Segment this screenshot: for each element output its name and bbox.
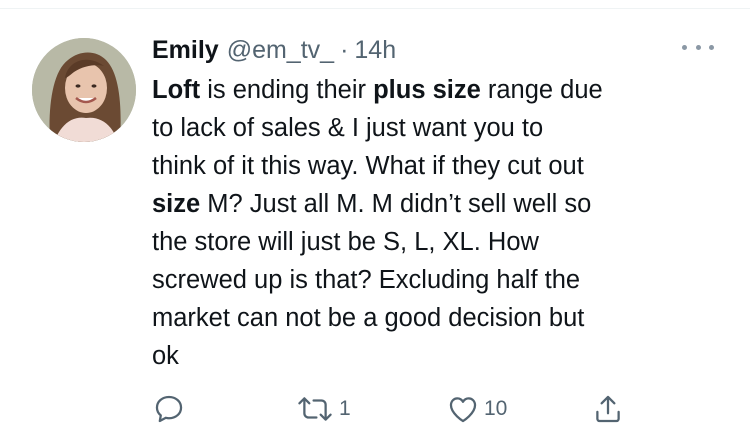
tweet-text-line: screwed up is that? Excluding half the xyxy=(152,261,732,299)
tweet-text-line: size M? Just all M. M didn’t sell well s… xyxy=(152,185,732,223)
retweet-icon xyxy=(298,397,332,421)
heart-icon xyxy=(449,397,477,423)
more-options-button[interactable] xyxy=(680,36,716,58)
author-handle[interactable]: @em_tv_ xyxy=(227,35,334,65)
tweet-text-segment: is ending their xyxy=(200,76,374,104)
timestamp[interactable]: 14h xyxy=(354,35,396,65)
like-button[interactable]: 10 xyxy=(446,391,507,427)
tweet-text-segment: to lack of sales & I just want you to xyxy=(152,114,544,142)
avatar-photo xyxy=(32,38,136,142)
share-icon xyxy=(596,395,620,423)
reply-icon xyxy=(155,395,183,423)
highlighted-term: Loft xyxy=(152,76,201,104)
more-dot xyxy=(709,44,714,50)
highlighted-term: plus size xyxy=(373,76,481,104)
tweet-text-segment: market can not be a good decision but xyxy=(152,304,585,332)
top-divider xyxy=(0,8,750,9)
tweet-text-line: the store will just be S, L, XL. How xyxy=(152,223,732,261)
tweet-header: Emily @em_tv_ · 14h xyxy=(152,35,396,65)
tweet-text: Loft is ending their plus size range due… xyxy=(152,71,732,375)
tweet-text-line: ok xyxy=(152,337,732,375)
tweet-text-segment: range due xyxy=(480,76,603,104)
like-count: 10 xyxy=(484,397,508,420)
separator-dot: · xyxy=(340,36,349,64)
highlighted-term: size xyxy=(152,190,201,218)
author-name[interactable]: Emily xyxy=(152,35,219,65)
more-horizontal-icon xyxy=(682,44,687,50)
tweet-text-segment: the store will just be S, L, XL. How xyxy=(152,228,539,256)
reply-button[interactable] xyxy=(152,391,190,427)
retweet-button[interactable]: 1 xyxy=(295,391,351,427)
avatar[interactable] xyxy=(32,38,136,142)
more-dot xyxy=(695,44,701,50)
tweet-text-segment: screwed up is that? Excluding half the xyxy=(152,266,581,294)
tweet-text-line: think of it this way. What if they cut o… xyxy=(152,147,732,185)
tweet-actions: 1 10 xyxy=(150,391,750,427)
tweet-text-line: to lack of sales & I just want you to xyxy=(152,109,732,147)
tweet-text-line: Loft is ending their plus size range due xyxy=(152,71,732,109)
tweet-text-segment: M? Just all M. M didn’t sell well so xyxy=(200,190,592,218)
tweet-text-segment: think of it this way. What if they cut o… xyxy=(152,152,584,180)
tweet-text-line: market can not be a good decision but xyxy=(152,299,732,337)
tweet-text-segment: ok xyxy=(152,342,179,370)
retweet-count: 1 xyxy=(339,397,351,420)
share-button[interactable] xyxy=(591,391,625,427)
